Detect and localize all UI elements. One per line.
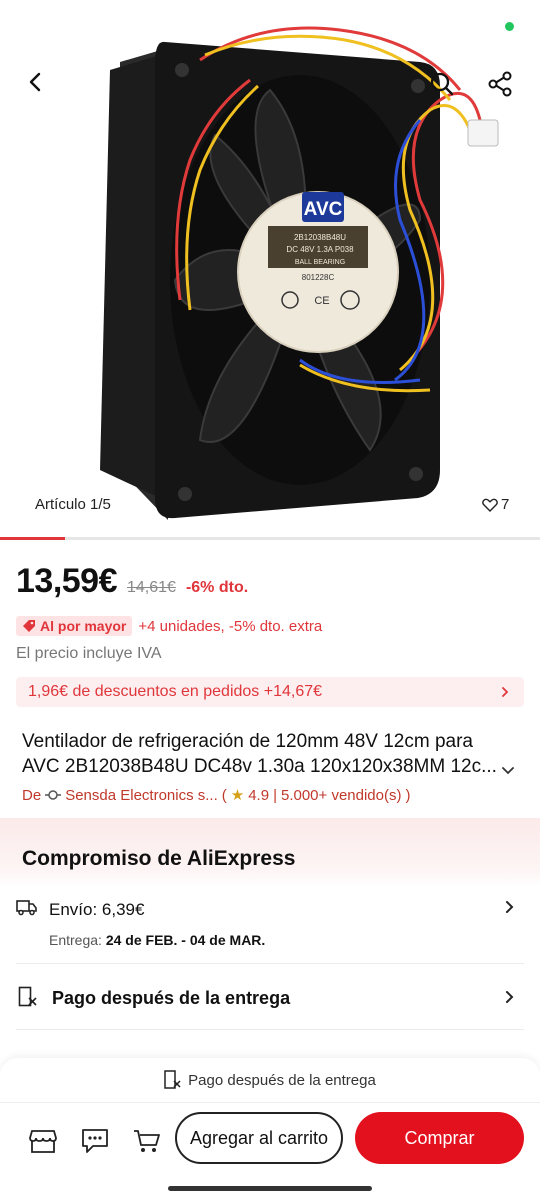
product-image-gallery[interactable]: AVC 2B12038B48U DC 48V 1.3A P038 BALL BE… [0,0,540,540]
bulk-offer-text: +4 unidades, -5% dto. extra [138,617,323,635]
gallery-counter: Artículo 1/5 [35,496,111,513]
payment-label: Pago después de la entrega [52,988,291,1008]
gallery-progress-fill [0,537,65,540]
svg-text:BALL BEARING: BALL BEARING [295,259,345,266]
separator: | [273,786,277,804]
chevron-down-icon[interactable] [500,764,516,778]
pay-later-icon [164,1070,181,1089]
delivery-prefix: Entrega: [49,932,102,948]
cart-icon [134,1130,160,1152]
gallery-progress [0,537,540,540]
price-row: 13,59€ 14,61€ -6% dto. [16,562,248,601]
wishlist-button[interactable]: 7 [482,496,509,513]
store-info[interactable]: De Sensda Electronics s... ( ★ 4.9 | 5.0… [22,786,411,805]
truck-icon [16,900,37,916]
chevron-right-icon [502,687,509,697]
back-icon [29,72,41,92]
store-rating: 4.9 [248,786,270,804]
bulk-badge-label: Al por mayor [40,618,127,634]
chat-button[interactable] [78,1124,112,1158]
coupon-text: 1,96€ de descuentos en pedidos +14,67€ [28,683,323,700]
bottom-action-bar: Pago después de la entrega Agregar al ca… [0,1058,540,1200]
add-to-cart-button[interactable]: Agregar al carrito [175,1112,343,1164]
store-prefix: De [22,786,42,804]
svg-text:801228C: 801228C [302,273,335,282]
delivery-dates: 24 de FEB. - 04 de MAR. [105,932,266,948]
bottom-payment-note: Pago después de la entrega [0,1070,540,1090]
paren-close: ) [405,786,411,804]
store-icon [29,1130,57,1153]
svg-text:CE: CE [314,295,329,307]
buy-now-button[interactable]: Comprar [355,1112,524,1164]
status-indicator [505,22,514,31]
store-button[interactable] [26,1124,60,1158]
svg-text:AVC: AVC [304,199,343,220]
commitment-title: Compromiso de AliExpress [22,847,296,870]
payment-row[interactable]: Pago después de la entrega [16,966,524,1030]
cart-button[interactable] [130,1124,164,1158]
bulk-offer[interactable]: Al por mayor +4 unidades, -5% dto. extra [16,616,322,636]
home-indicator [168,1186,372,1191]
svg-text:2B12038B48U: 2B12038B48U [294,233,346,242]
likes-count: 7 [501,496,510,513]
bottom-payment-note-text: Pago después de la entrega [188,1071,376,1089]
product-title[interactable]: Ventilador de refrigeración de 120mm 48V… [22,729,502,779]
coupon-banner[interactable]: 1,96€ de descuentos en pedidos +14,67€ [16,677,524,707]
original-price: 14,61€ [127,579,176,596]
svg-text:DC 48V 1.3A P038: DC 48V 1.3A P038 [286,245,354,254]
paren-open: ( [221,786,227,804]
pay-later-icon [18,986,37,1007]
divider [0,1102,540,1103]
discount-badge: -6% dto. [185,579,249,596]
bulk-badge: Al por mayor [16,616,133,636]
heart-icon [482,498,498,512]
store-logo-icon [45,790,62,800]
back-button[interactable] [16,62,56,102]
delivery-estimate: Entrega: 24 de FEB. - 04 de MAR. [49,932,265,948]
share-button[interactable] [480,64,520,104]
shipping-row[interactable]: Envío: 6,39€ Entrega: 24 de FEB. - 04 de… [16,888,524,964]
tag-icon [23,620,35,632]
search-icon [430,72,454,96]
shipping-cost: Envío: 6,39€ [49,900,145,919]
chevron-right-icon [506,901,514,913]
vat-note: El precio incluye IVA [16,645,162,662]
current-price: 13,59€ [16,562,118,600]
chat-icon [82,1129,108,1153]
share-icon [488,71,512,97]
store-sold-count: 5.000+ vendido(s) [280,786,402,804]
star-icon: ★ [230,787,245,804]
search-button[interactable] [422,64,462,104]
chevron-right-icon [506,991,514,1003]
store-name: Sensda Electronics s... [65,786,218,804]
